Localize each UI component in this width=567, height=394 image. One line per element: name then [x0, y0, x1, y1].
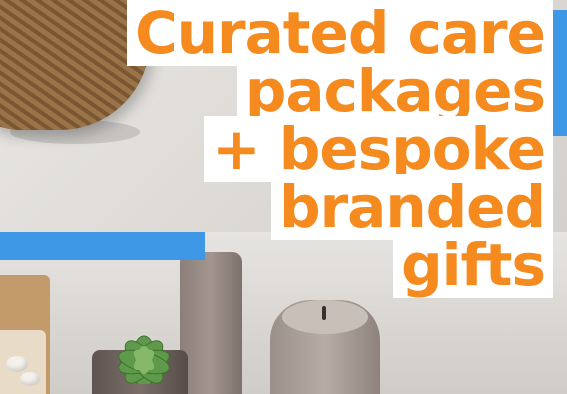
bath-stone	[6, 356, 28, 372]
candle-wick	[322, 306, 326, 320]
succulent-plant	[118, 335, 170, 384]
bath-stone	[20, 372, 40, 386]
banner: Curated care packages + bespoke branded …	[0, 0, 567, 394]
headline-line: gifts	[393, 232, 553, 298]
headline: Curated care packages + bespoke branded …	[127, 0, 553, 298]
